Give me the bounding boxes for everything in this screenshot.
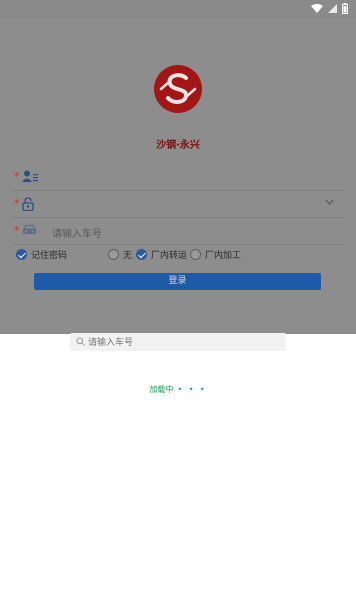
vehicle-placeholder[interactable]: 请输入车号 xyxy=(52,225,102,240)
login-button[interactable]: 登录 xyxy=(34,273,321,290)
status-bar xyxy=(0,0,356,18)
brand-name: 沙钢·永兴 xyxy=(156,140,200,151)
required-mark: * xyxy=(14,170,20,183)
option-label: 厂内转运 xyxy=(151,251,188,261)
car-icon xyxy=(23,224,36,234)
loading-indicator: 加载中 • • • xyxy=(0,384,356,395)
signal-icon xyxy=(328,4,337,13)
battery-icon xyxy=(342,3,348,14)
username-row[interactable]: * xyxy=(12,166,344,191)
lock-icon xyxy=(22,197,34,211)
remember-password-checkbox[interactable]: 记住密码 xyxy=(16,248,67,261)
option-label: 无 xyxy=(123,251,133,261)
option-none-radio[interactable]: 无 xyxy=(108,248,132,261)
required-mark: * xyxy=(14,224,20,237)
vehicle-row[interactable]: * 请输入车号 xyxy=(12,220,344,245)
option-label: 记住密码 xyxy=(31,251,68,261)
loading-dots: • • • xyxy=(177,385,207,394)
password-row[interactable]: * xyxy=(12,193,344,218)
options-row: 记住密码 无 厂内转运 厂内加工 xyxy=(16,248,346,264)
option-label: 厂内加工 xyxy=(205,251,242,261)
radio-unchecked-icon xyxy=(190,249,201,260)
radio-unchecked-icon xyxy=(108,249,119,260)
loading-text: 加载中 xyxy=(149,385,174,394)
search-box[interactable] xyxy=(70,333,286,353)
user-icon xyxy=(22,170,38,182)
required-mark: * xyxy=(14,197,20,210)
search-icon xyxy=(76,337,85,346)
login-panel: 沙钢·永兴 * * * 请输入车号 记住密码 无 厂内转运 厂内加工 登录 xyxy=(0,18,356,334)
checkbox-checked-icon xyxy=(16,249,27,260)
radio-checked-icon xyxy=(136,249,147,260)
option-internal-transfer-radio[interactable]: 厂内转运 xyxy=(136,248,187,261)
company-logo xyxy=(154,65,202,113)
wifi-icon xyxy=(311,4,323,13)
chevron-down-icon[interactable] xyxy=(325,199,334,205)
option-internal-processing-radio[interactable]: 厂内加工 xyxy=(190,248,241,261)
search-input[interactable] xyxy=(86,333,280,353)
